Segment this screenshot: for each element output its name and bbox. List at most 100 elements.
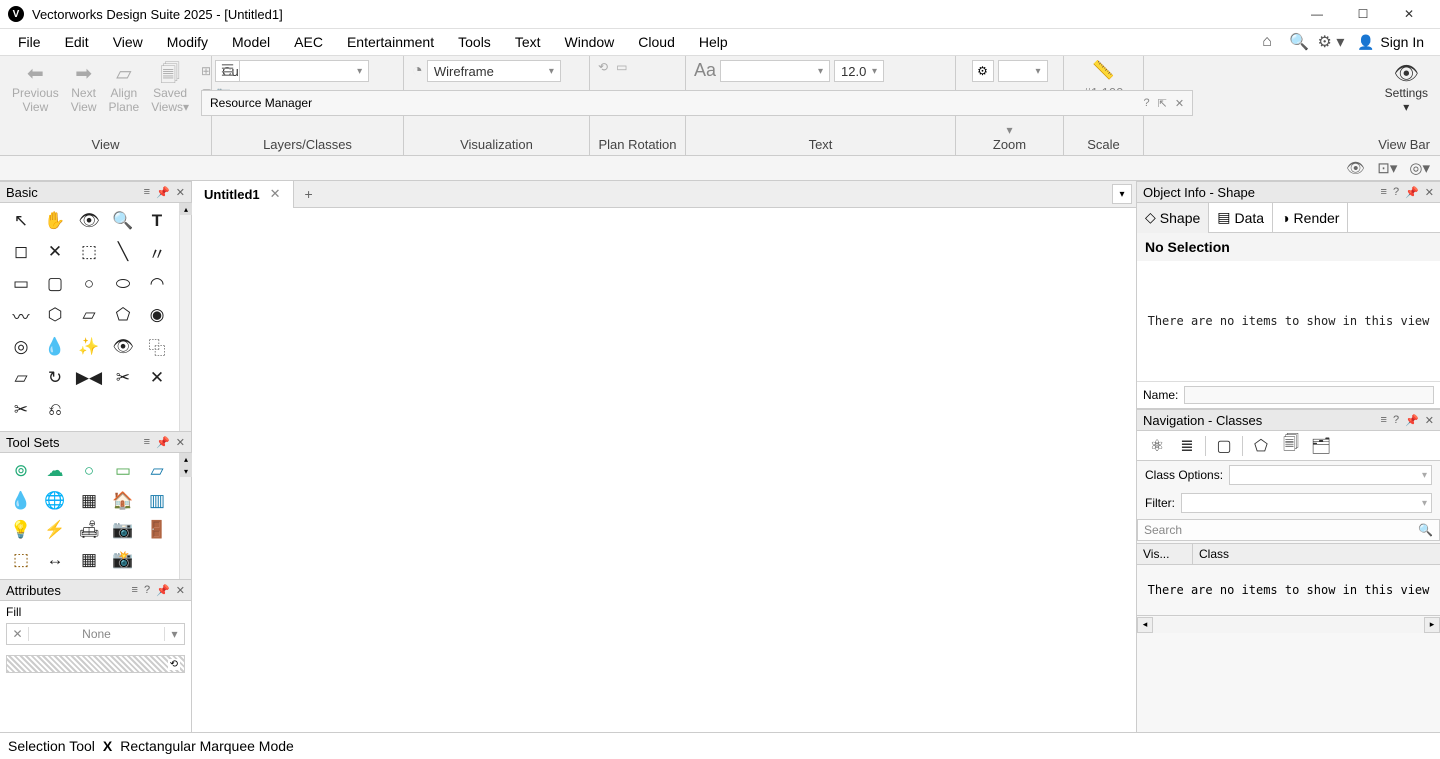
freehand-tool[interactable]: 〰: [4, 301, 38, 329]
rotate-tool[interactable]: ↻: [38, 364, 72, 392]
flyover-tool[interactable]: 👁: [72, 207, 106, 235]
menu-modify[interactable]: Modify: [155, 29, 220, 56]
mirror-tool[interactable]: ▶◀: [72, 364, 106, 392]
line-tool[interactable]: ╲: [106, 238, 140, 266]
selection-tool[interactable]: ↖: [4, 207, 38, 235]
toolset-hardscape[interactable]: ▭: [106, 457, 140, 485]
arc-tool[interactable]: ◠: [140, 270, 174, 298]
nav-sheet-icon[interactable]: ▢: [1212, 436, 1236, 456]
menu-aec[interactable]: AEC: [282, 29, 335, 56]
font-family-dropdown[interactable]: [720, 60, 830, 82]
split-tool[interactable]: ✕: [140, 364, 174, 392]
panel-menu-icon[interactable]: ≡: [144, 436, 150, 449]
layers-dropdown[interactable]: [239, 60, 369, 82]
regular-polygon-tool[interactable]: ⬠: [106, 301, 140, 329]
rectangle-tool[interactable]: ▭: [4, 270, 38, 298]
crop-tool[interactable]: ⿻: [140, 333, 174, 361]
visibility-icon[interactable]: 👁: [1346, 159, 1365, 177]
toolset-detail[interactable]: ▦: [72, 546, 106, 574]
panel-close-icon[interactable]: ✕: [1425, 414, 1434, 427]
maximize-button[interactable]: ☐: [1340, 0, 1386, 29]
layers-icon[interactable]: ≣: [220, 60, 235, 81]
pan-tool[interactable]: ✋: [38, 207, 72, 235]
polygon-tool[interactable]: ▱: [72, 301, 106, 329]
toolset-grid[interactable]: ▦: [72, 487, 106, 515]
toolset-stair[interactable]: ⬚: [4, 546, 38, 574]
menu-help[interactable]: Help: [687, 29, 740, 56]
panel-pin-icon[interactable]: 📌: [156, 186, 170, 199]
nav-viewport-icon[interactable]: ⬠: [1249, 436, 1273, 456]
ruler-icon[interactable]: 📏: [1092, 60, 1114, 81]
panel-menu-icon[interactable]: ≡: [1381, 186, 1387, 199]
col-visibility[interactable]: Vis...: [1137, 544, 1193, 564]
magic-wand-tool[interactable]: ✨: [72, 333, 106, 361]
menu-cloud[interactable]: Cloud: [626, 29, 687, 56]
nav-references-icon[interactable]: 🗂: [1309, 436, 1333, 456]
push-pull-tool[interactable]: ⬚: [72, 238, 106, 266]
filter-dropdown[interactable]: [1181, 493, 1432, 513]
rm-close-icon[interactable]: ✕: [1175, 97, 1184, 110]
nav-classes-icon[interactable]: ⚛: [1145, 436, 1169, 456]
basic-panel-header[interactable]: Basic ≡ 📌 ✕: [0, 181, 191, 203]
toolset-dims[interactable]: ↔: [38, 546, 72, 574]
render-mode-icon[interactable]: ◔: [412, 60, 423, 81]
toolset-photo[interactable]: 📸: [106, 546, 140, 574]
panel-close-icon[interactable]: ✕: [176, 186, 185, 199]
menu-text[interactable]: Text: [503, 29, 553, 56]
toolset-furniture[interactable]: 🛋: [72, 516, 106, 544]
panel-pin-icon[interactable]: 📌: [156, 584, 170, 597]
tabs-dropdown[interactable]: ▾: [1112, 184, 1132, 204]
font-icon[interactable]: Aa: [694, 60, 716, 81]
toolset-water[interactable]: 💧: [4, 487, 38, 515]
class-search-input[interactable]: Search 🔍: [1137, 519, 1440, 541]
panel-help-icon[interactable]: ?: [144, 584, 150, 597]
toolset-earth[interactable]: 🌐: [38, 487, 72, 515]
attributes-panel-header[interactable]: Attributes ≡ ? 📌 ✕: [0, 579, 191, 601]
font-size-dropdown[interactable]: 12.0: [834, 60, 884, 82]
oi-tab-render[interactable]: ◑ Render: [1273, 203, 1348, 233]
scroll-right-button[interactable]: ▸: [1424, 617, 1440, 633]
panel-menu-icon[interactable]: ≡: [132, 584, 138, 597]
eyedropper-tool[interactable]: 💧: [38, 333, 72, 361]
spiral-tool[interactable]: ◉: [140, 301, 174, 329]
zoom-tool[interactable]: 🔍: [106, 207, 140, 235]
class-options-dropdown[interactable]: [1229, 465, 1432, 485]
menu-view[interactable]: View: [101, 29, 155, 56]
text-tool[interactable]: T: [140, 207, 174, 235]
new-tab-button[interactable]: +: [294, 186, 324, 202]
menu-model[interactable]: Model: [220, 29, 282, 56]
toolset-building[interactable]: ▱: [140, 457, 174, 485]
toolset-door[interactable]: 🚪: [140, 516, 174, 544]
opacity-bar[interactable]: ⟲: [6, 655, 185, 673]
oi-tab-shape[interactable]: ◇ Shape: [1137, 203, 1209, 233]
navigation-header[interactable]: Navigation - Classes ≡ ? 📌 ✕: [1137, 409, 1440, 431]
view-settings-button[interactable]: 👁 Settings ▾: [1381, 60, 1432, 117]
view-cube-icon[interactable]: ⊞: [201, 64, 211, 78]
tab-close-icon[interactable]: ✕: [270, 186, 281, 202]
panel-pin-icon[interactable]: 📌: [1405, 414, 1419, 427]
object-info-header[interactable]: Object Info - Shape ≡ ? 📌 ✕: [1137, 181, 1440, 203]
knife-tool[interactable]: ✂: [106, 364, 140, 392]
rm-help-icon[interactable]: ?: [1144, 97, 1150, 110]
toolset-plant[interactable]: ○: [72, 457, 106, 485]
circle-tool[interactable]: ○: [72, 270, 106, 298]
toolsets-panel-header[interactable]: Tool Sets ≡ 📌 ✕: [0, 431, 191, 453]
visibility-tool[interactable]: 👁: [106, 333, 140, 361]
globe-icon[interactable]: ◎▾: [1409, 159, 1430, 177]
delete-tool[interactable]: ✕: [38, 238, 72, 266]
nav-layers-icon[interactable]: ≣: [1175, 436, 1199, 456]
fill-dropdown[interactable]: ✕ None ▾: [6, 623, 185, 645]
next-view-button[interactable]: ➡ Next View: [67, 60, 101, 117]
document-tab-untitled1[interactable]: Untitled1 ✕: [192, 181, 294, 208]
callout-tool[interactable]: ◻: [4, 238, 38, 266]
panel-menu-icon[interactable]: ≡: [1381, 414, 1387, 427]
menu-entertainment[interactable]: Entertainment: [335, 29, 446, 56]
search-icon[interactable]: 🔍: [1283, 29, 1315, 56]
panel-menu-icon[interactable]: ≡: [144, 186, 150, 199]
double-line-tool[interactable]: 〃: [140, 238, 174, 266]
panel-help-icon[interactable]: ?: [1393, 186, 1399, 199]
menu-file[interactable]: File: [6, 29, 53, 56]
plan-rotation-reset-icon[interactable]: ▭: [616, 60, 627, 74]
scroll-left-button[interactable]: ◂: [1137, 617, 1153, 633]
toolset-electrical[interactable]: ⚡: [38, 516, 72, 544]
